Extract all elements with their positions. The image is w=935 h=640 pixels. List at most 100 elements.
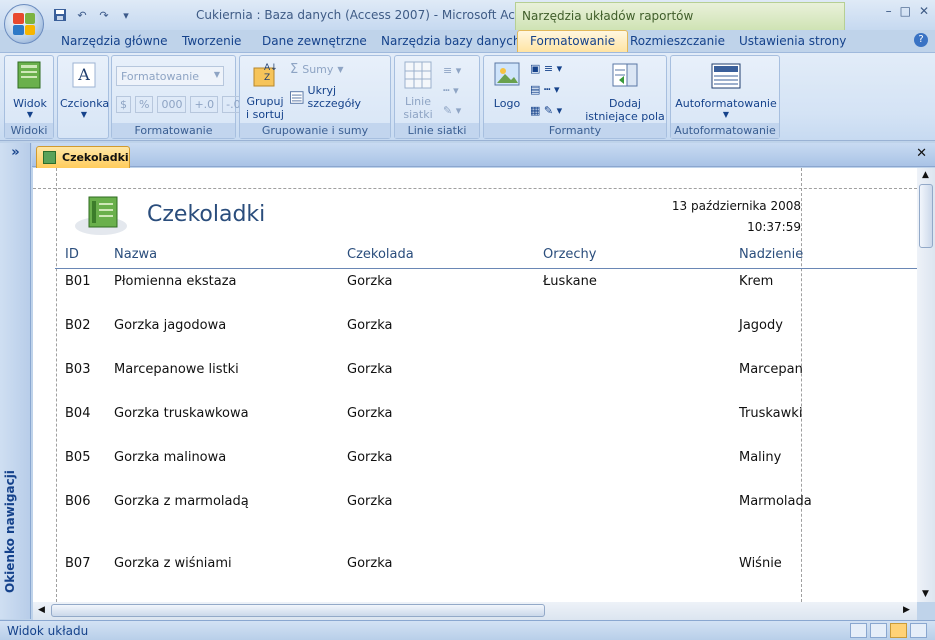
cell-czekolada[interactable]: Gorzka	[347, 450, 392, 465]
scroll-down-icon[interactable]: ▼	[922, 589, 929, 599]
vertical-scroll-thumb[interactable]	[919, 184, 933, 248]
column-header-orzechy[interactable]: Orzechy	[543, 247, 596, 262]
cell-nazwa[interactable]: Gorzka z wiśniami	[114, 556, 232, 571]
cell-czekolada[interactable]: Gorzka	[347, 274, 392, 289]
svg-text:A↓: A↓	[264, 63, 278, 73]
report-time[interactable]: 10:37:59	[747, 220, 801, 234]
office-button[interactable]	[4, 4, 44, 44]
vertical-scrollbar[interactable]: ▲ ▼	[917, 168, 935, 602]
maximize-button[interactable]: □	[900, 4, 911, 18]
autoformat-button[interactable]: Autoformatowanie ▼	[675, 60, 777, 119]
customize-qat-icon[interactable]: ▾	[118, 7, 134, 23]
cell-id[interactable]: B03	[65, 362, 90, 377]
close-document-button[interactable]: ✕	[916, 146, 927, 161]
page-numbers-icon[interactable]: ▤ ┅ ▾	[530, 83, 560, 96]
format-dropdown-value: Formatowanie	[121, 70, 200, 83]
column-header-czekolada[interactable]: Czekolada	[347, 247, 414, 262]
scroll-right-icon[interactable]: ▶	[903, 605, 910, 615]
svg-text:A: A	[77, 65, 90, 84]
cell-nadzienie[interactable]: Wiśnie	[739, 556, 782, 571]
report-layout-view[interactable]: Czekoladki 13 października 2008 10:37:59…	[33, 168, 917, 602]
cell-czekolada[interactable]: Gorzka	[347, 406, 392, 421]
currency-icon[interactable]: $	[116, 96, 131, 113]
view-button[interactable]: Widok ▼	[8, 60, 52, 119]
cell-nazwa[interactable]: Płomienna ekstaza	[114, 274, 237, 289]
cell-nadzienie[interactable]: Marmolada	[739, 494, 812, 509]
tab-czekoladki[interactable]: Czekoladki	[36, 146, 130, 168]
sums-button[interactable]: Σ Sumy ▼	[290, 62, 344, 77]
cell-nadzienie[interactable]: Jagody	[739, 318, 783, 333]
nav-pane-toggle-button[interactable]: »	[0, 145, 31, 167]
group-grupowanie-label: Grupowanie i sumy	[240, 123, 390, 138]
help-icon[interactable]: ?	[914, 33, 928, 47]
group-sort-button[interactable]: A↓ Z Grupuj i sortuj	[243, 60, 287, 121]
cell-orzechy[interactable]: Łuskane	[543, 274, 597, 289]
font-button[interactable]: A Czcionka ▼	[60, 60, 109, 119]
report-title[interactable]: Czekoladki	[147, 202, 265, 227]
minimize-button[interactable]: –	[886, 4, 892, 18]
thousands-button[interactable]: 000	[157, 96, 187, 113]
group-linie-siatki: Linie siatki ≡ ▾ ┅ ▾ ✎ ▾ Linie siatki	[394, 55, 480, 139]
cell-id[interactable]: B04	[65, 406, 90, 421]
date-time-icon[interactable]: ▦ ✎ ▾	[530, 104, 562, 117]
save-icon[interactable]	[52, 7, 68, 23]
tab-tworzenie[interactable]: Tworzenie	[182, 34, 241, 48]
view-button-label: Widok	[13, 97, 47, 110]
increase-decimals-icon[interactable]: +.0	[190, 96, 219, 113]
layout-view-icon[interactable]	[890, 623, 907, 638]
cell-nazwa[interactable]: Gorzka truskawkowa	[114, 406, 249, 421]
tab-rozmieszczanie[interactable]: Rozmieszczanie	[630, 34, 725, 48]
tab-ustawienia-strony[interactable]: Ustawienia strony	[739, 34, 846, 48]
percent-button[interactable]: %	[135, 96, 154, 113]
column-header-id[interactable]: ID	[65, 247, 79, 262]
scroll-up-icon[interactable]: ▲	[922, 170, 929, 180]
gridlines-button[interactable]: Linie siatki	[398, 60, 438, 121]
tab-formatowanie[interactable]: Formatowanie	[517, 30, 629, 53]
add-existing-fields-button[interactable]: Dodaj istniejące pola	[584, 60, 666, 123]
cell-nazwa[interactable]: Gorzka jagodowa	[114, 318, 226, 333]
column-header-nazwa[interactable]: Nazwa	[114, 247, 157, 262]
hide-details-button[interactable]: Ukryj szczegóły	[290, 84, 390, 110]
redo-icon[interactable]: ↷	[96, 7, 112, 23]
cell-id[interactable]: B02	[65, 318, 90, 333]
cell-id[interactable]: B07	[65, 556, 90, 571]
horizontal-scroll-thumb[interactable]	[51, 604, 545, 617]
cell-nadzienie[interactable]: Marcepan	[739, 362, 803, 377]
cell-id[interactable]: B06	[65, 494, 90, 509]
cell-czekolada[interactable]: Gorzka	[347, 362, 392, 377]
navigation-pane[interactable]: » Okienko nawigacji	[0, 143, 31, 619]
undo-icon[interactable]: ↶	[74, 7, 90, 23]
cell-id[interactable]: B01	[65, 274, 90, 289]
design-view-icon[interactable]	[910, 623, 927, 638]
print-preview-icon[interactable]	[870, 623, 887, 638]
cell-nadzienie[interactable]: Truskawki	[739, 406, 802, 421]
cell-id[interactable]: B05	[65, 450, 90, 465]
cell-nazwa[interactable]: Gorzka malinowa	[114, 450, 226, 465]
chevron-down-icon: ▼	[337, 65, 344, 74]
scroll-left-icon[interactable]: ◀	[38, 605, 45, 615]
cell-czekolada[interactable]: Gorzka	[347, 494, 392, 509]
horizontal-scrollbar[interactable]: ◀ ▶	[33, 602, 917, 620]
cell-czekolada[interactable]: Gorzka	[347, 556, 392, 571]
report-date[interactable]: 13 października 2008	[672, 199, 801, 213]
logo-button[interactable]: Logo	[488, 60, 526, 110]
report-view-icon[interactable]	[850, 623, 867, 638]
cell-nadzienie[interactable]: Krem	[739, 274, 773, 289]
line-width-icon[interactable]: ≡ ▾	[443, 64, 461, 77]
cell-nazwa[interactable]: Marcepanowe listki	[114, 362, 239, 377]
tab-narzedzia-glowne[interactable]: Narzędzia główne	[61, 34, 168, 48]
line-type-icon[interactable]: ┅ ▾	[443, 84, 459, 97]
cell-nadzienie[interactable]: Maliny	[739, 450, 781, 465]
column-header-nadzienie[interactable]: Nadzienie	[739, 247, 803, 262]
close-button[interactable]: ✕	[919, 4, 929, 18]
format-dropdown[interactable]: Formatowanie ▼	[116, 66, 224, 86]
line-color-icon[interactable]: ✎ ▾	[443, 104, 461, 117]
tab-dane-zewnetrzne[interactable]: Dane zewnętrzne	[262, 34, 367, 48]
cell-nazwa[interactable]: Gorzka z marmoladą	[114, 494, 249, 509]
tab-narzedzia-bazy-danych[interactable]: Narzędzia bazy danych	[381, 34, 520, 48]
title-bar: ↶ ↷ ▾ Cukiernia : Baza danych (Access 20…	[0, 0, 935, 30]
cell-czekolada[interactable]: Gorzka	[347, 318, 392, 333]
group-sort-label-1: Grupuj	[246, 95, 284, 108]
nav-pane-label[interactable]: Okienko nawigacji	[3, 470, 17, 593]
title-control-icon[interactable]: ▣ ≡ ▾	[530, 62, 562, 75]
